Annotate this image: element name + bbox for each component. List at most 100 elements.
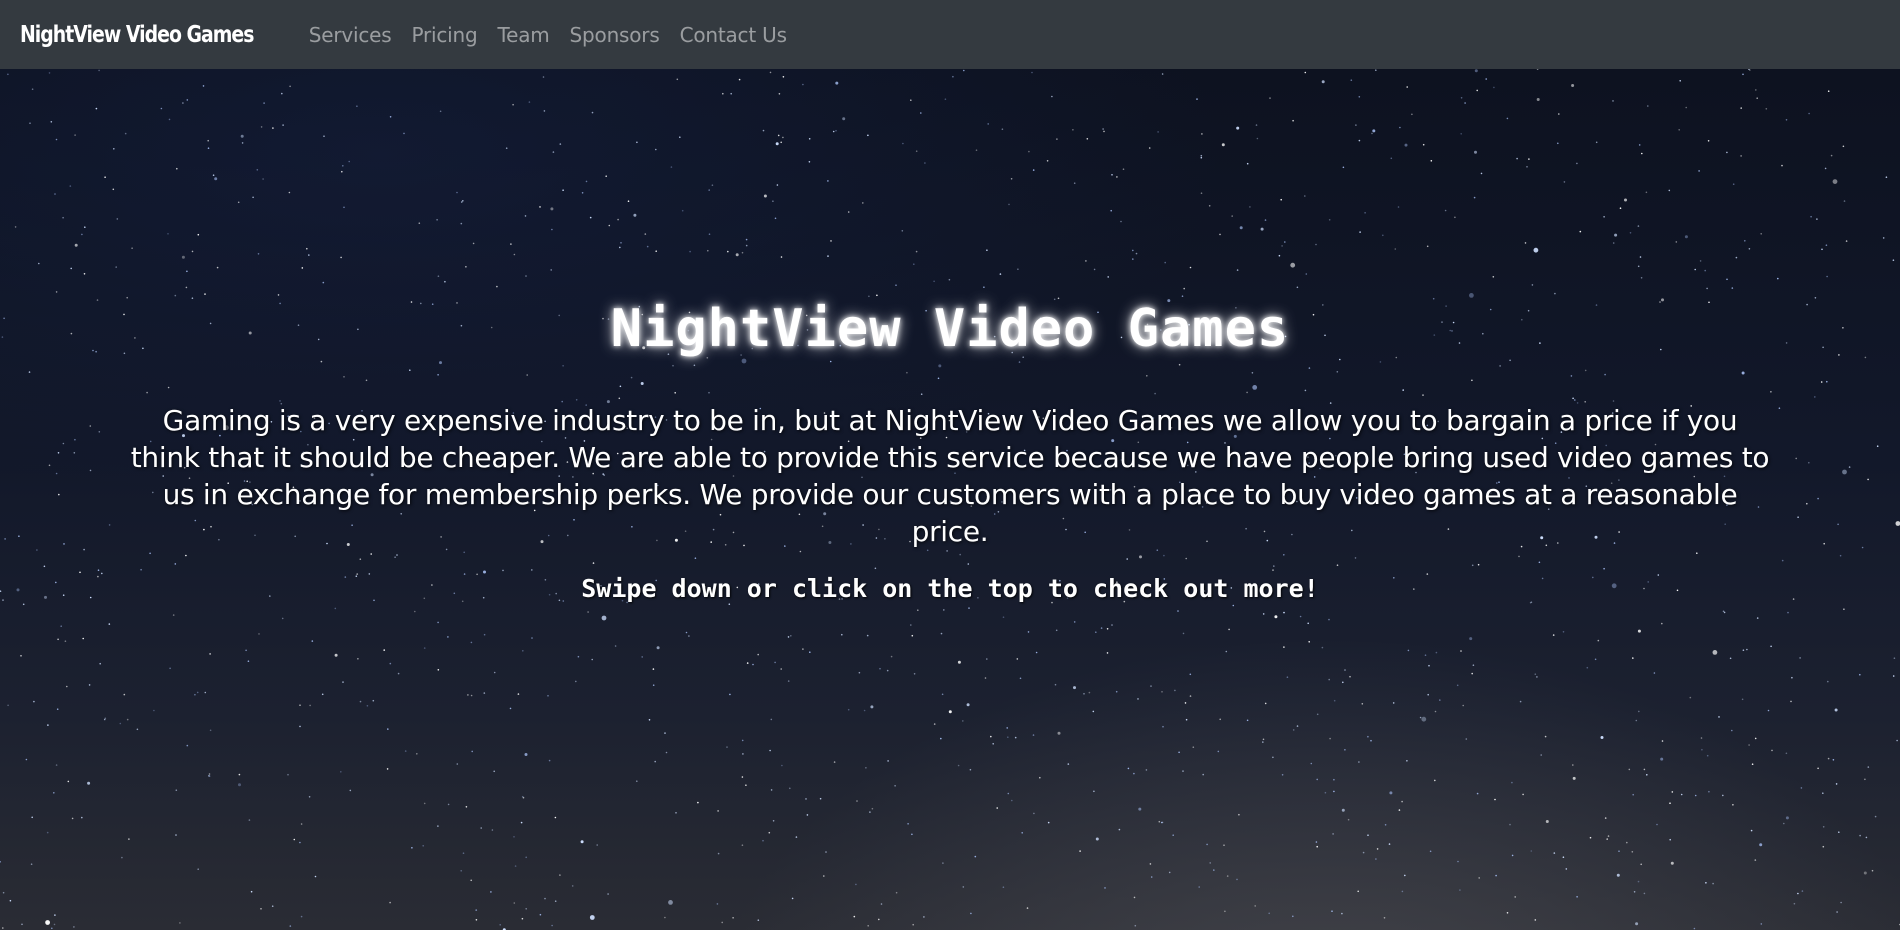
star xyxy=(186,99,189,101)
star xyxy=(1359,231,1361,233)
star xyxy=(1273,565,1275,567)
star xyxy=(1696,552,1698,554)
star xyxy=(741,358,747,364)
nav-link-contact-us[interactable]: Contact Us xyxy=(680,23,787,47)
star xyxy=(1178,751,1180,754)
star xyxy=(456,191,458,194)
star xyxy=(539,913,542,916)
star xyxy=(1822,826,1825,828)
star xyxy=(1404,874,1406,877)
nav-link-sponsors[interactable]: Sponsors xyxy=(570,23,660,47)
star xyxy=(131,247,133,249)
star xyxy=(924,162,926,164)
star xyxy=(1135,252,1138,255)
star xyxy=(437,621,439,624)
star xyxy=(1002,616,1005,618)
star xyxy=(708,233,711,235)
star xyxy=(1708,790,1710,793)
star xyxy=(1056,138,1058,140)
star xyxy=(43,565,46,568)
star xyxy=(1820,381,1823,383)
star xyxy=(1095,631,1097,633)
star xyxy=(906,371,908,374)
star xyxy=(1115,690,1118,693)
nav-link-pricing[interactable]: Pricing xyxy=(411,23,477,47)
star xyxy=(806,814,809,816)
star xyxy=(1701,748,1703,751)
star xyxy=(422,845,425,847)
star xyxy=(1656,823,1658,826)
star xyxy=(1814,396,1816,398)
star xyxy=(1011,799,1013,802)
star xyxy=(1434,779,1436,782)
star xyxy=(867,925,869,927)
star xyxy=(1163,554,1165,557)
star xyxy=(1509,359,1511,362)
star xyxy=(50,121,53,123)
star xyxy=(300,823,303,825)
star xyxy=(776,184,779,186)
star xyxy=(1460,97,1463,99)
star xyxy=(587,611,589,613)
star xyxy=(1518,555,1520,558)
nav-link-team[interactable]: Team xyxy=(497,23,549,47)
star xyxy=(1570,375,1573,377)
star xyxy=(1172,834,1174,836)
star xyxy=(1106,628,1109,630)
star xyxy=(1712,650,1718,655)
star xyxy=(1679,80,1681,82)
star xyxy=(1469,637,1473,641)
star xyxy=(1892,675,1895,677)
star xyxy=(1226,875,1229,877)
brand-link[interactable]: NightView Video Games xyxy=(20,22,254,48)
star xyxy=(1274,615,1278,619)
star xyxy=(1208,205,1211,207)
star xyxy=(1506,117,1509,120)
star xyxy=(31,88,34,90)
star xyxy=(1618,850,1620,852)
star xyxy=(311,640,314,642)
star xyxy=(937,377,940,380)
star xyxy=(996,807,998,809)
star xyxy=(1693,927,1696,930)
star xyxy=(1612,242,1615,244)
star xyxy=(1576,896,1578,898)
star xyxy=(1278,254,1281,257)
star xyxy=(1033,812,1035,815)
star xyxy=(1771,749,1773,752)
star xyxy=(655,250,657,252)
star xyxy=(1079,850,1081,852)
star xyxy=(559,143,562,145)
star xyxy=(1367,834,1369,836)
star xyxy=(1474,69,1478,73)
star xyxy=(1133,896,1136,899)
star xyxy=(471,750,474,753)
star xyxy=(528,101,531,103)
star xyxy=(1469,293,1474,298)
star xyxy=(874,567,877,570)
star xyxy=(460,222,463,225)
star xyxy=(620,242,622,244)
star xyxy=(1100,627,1103,629)
star xyxy=(2,891,5,894)
nav-link-services[interactable]: Services xyxy=(309,23,392,47)
star xyxy=(282,124,284,126)
star xyxy=(869,811,871,813)
star xyxy=(674,392,676,394)
star xyxy=(521,917,524,920)
star xyxy=(1639,256,1642,258)
star xyxy=(1161,691,1163,693)
star xyxy=(7,704,9,707)
star xyxy=(1643,768,1646,771)
star xyxy=(614,645,617,647)
star xyxy=(1462,704,1464,707)
star xyxy=(126,718,129,721)
star xyxy=(957,660,961,664)
star xyxy=(341,170,343,173)
star xyxy=(539,206,541,208)
star xyxy=(829,360,832,363)
star xyxy=(1358,761,1360,763)
star xyxy=(646,245,649,248)
star xyxy=(1473,196,1476,199)
star xyxy=(1406,760,1408,762)
